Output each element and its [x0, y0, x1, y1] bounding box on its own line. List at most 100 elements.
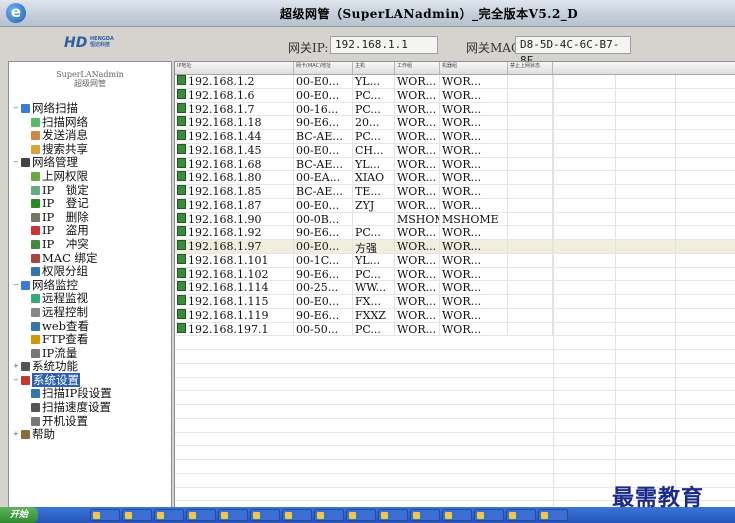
table-cell: WOR...: [440, 171, 508, 184]
tree-item[interactable]: IP 冲突: [13, 237, 112, 252]
tree-item[interactable]: 权限分组: [13, 264, 112, 279]
expand-toggle-icon[interactable]: +: [13, 428, 21, 442]
taskbar-window-button[interactable]: [538, 509, 568, 521]
table-cell: WOR...: [440, 116, 508, 129]
cell-text: BC-AE...: [296, 157, 343, 171]
taskbar-window-button[interactable]: [314, 509, 344, 521]
table-cell: 192.168.1.6: [175, 88, 294, 102]
table-row[interactable]: 192.168.1.102 90-E6... PC... WOR... WOR...: [175, 267, 735, 282]
tree-item[interactable]: 开机设置: [13, 414, 112, 429]
table-cell: [508, 322, 553, 336]
cell-text: 192.168.1.85: [188, 185, 262, 198]
column-header[interactable]: 机器组: [440, 62, 508, 74]
table-row[interactable]: 192.168.1.97 00-E0... 方强 WOR... WOR...: [175, 240, 735, 254]
tree-item[interactable]: 搜索共享: [13, 142, 112, 157]
tree-group-2[interactable]: − 网络监控: [13, 278, 112, 293]
gateway-mac-field[interactable]: D8-5D-4C-6C-B7-8F: [515, 36, 631, 67]
tree-item[interactable]: IP流量: [13, 346, 112, 361]
cell-text: 00-E0...: [296, 75, 340, 88]
table-cell: 00-E0...: [294, 143, 353, 157]
tree-item[interactable]: 发送消息: [13, 128, 112, 143]
cell-text: XIAO: [355, 171, 385, 184]
table-row[interactable]: 192.168.1.85 BC-AE... TE... WOR... WOR...: [175, 185, 735, 199]
taskbar-window-button[interactable]: [250, 509, 280, 521]
expand-toggle-icon[interactable]: +: [13, 360, 21, 374]
taskbar-window-button[interactable]: [474, 509, 504, 521]
expand-toggle-icon[interactable]: −: [13, 374, 21, 388]
cell-text: WOR...: [397, 88, 437, 102]
item-icon: [31, 321, 40, 331]
table-row[interactable]: 192.168.1.115 00-E0... FX... WOR... WOR...: [175, 295, 735, 309]
logo-mark: HD: [64, 35, 88, 51]
table-cell: WOR...: [395, 198, 440, 212]
cell-text: 90-E6...: [296, 308, 340, 322]
table-cell: FXXZ: [353, 308, 395, 322]
taskbar-window-button[interactable]: [154, 509, 184, 521]
taskbar-window-button[interactable]: [506, 509, 536, 521]
tree-item[interactable]: 扫描速度设置: [13, 400, 112, 415]
table-row[interactable]: 192.168.1.101 00-1C... YL... WOR... WOR...: [175, 253, 735, 268]
column-header[interactable]: 工作组: [395, 62, 440, 74]
gateway-ip-field[interactable]: 192.168.1.1: [330, 36, 438, 54]
table-row[interactable]: 192.168.197.1 00-50... PC... WOR... WOR...: [175, 322, 735, 337]
expand-toggle-icon[interactable]: −: [13, 156, 21, 170]
tree-group-4[interactable]: − 系统设置: [13, 372, 112, 388]
tree-item[interactable]: 远程监视: [13, 292, 112, 306]
table-row[interactable]: 192.168.1.80 00-EA... XIAO WOR... WOR...: [175, 171, 735, 185]
taskbar-window-button[interactable]: [218, 509, 248, 521]
table-cell: 192.168.1.90: [175, 212, 294, 226]
tree-group-0[interactable]: − 网络扫描: [13, 101, 112, 116]
taskbar-window-button[interactable]: [378, 509, 408, 521]
column-header[interactable]: 禁止上网状态: [508, 62, 553, 74]
table-cell: WOR...: [395, 253, 440, 267]
tree-item[interactable]: MAC 绑定: [13, 251, 112, 266]
cell-text: CH...: [355, 143, 384, 157]
tree-item-label: web查看: [42, 318, 90, 333]
table-row[interactable]: 192.168.1.114 00-25... WW... WOR... WOR...: [175, 281, 735, 295]
expand-toggle-icon[interactable]: −: [13, 279, 21, 293]
taskbar-window-button[interactable]: [442, 509, 472, 521]
tree-group-1[interactable]: − 网络管理: [13, 156, 112, 170]
taskbar-window-button[interactable]: [186, 509, 216, 521]
taskbar-window-button[interactable]: [410, 509, 440, 521]
tree-item[interactable]: IP 登记: [13, 196, 112, 211]
tree-item[interactable]: 扫描IP段设置: [13, 387, 112, 401]
tree-item[interactable]: IP 删除: [13, 210, 112, 225]
table-cell: WOR...: [395, 143, 440, 157]
tree-item[interactable]: IP 盗用: [13, 224, 112, 238]
table-row[interactable]: 192.168.1.6 00-E0... PC... WOR... WOR...: [175, 88, 735, 103]
taskbar-window-button[interactable]: [122, 509, 152, 521]
tree-item[interactable]: IP 锁定: [13, 183, 112, 198]
tree-item[interactable]: 扫描网络: [13, 115, 112, 130]
taskbar-window-button[interactable]: [90, 509, 120, 521]
taskbar-window-button[interactable]: [282, 509, 312, 521]
cell-text: 方强: [355, 242, 377, 253]
tree-item[interactable]: 远程控制: [13, 305, 112, 320]
table-row[interactable]: 192.168.1.68 BC-AE... YL... WOR... WOR...: [175, 157, 735, 172]
table-row[interactable]: 192.168.1.87 00-E0... ZYJ WOR... WOR...: [175, 198, 735, 213]
table-row[interactable]: 192.168.1.18 90-E6... 20... WOR... WOR...: [175, 116, 735, 130]
column-header[interactable]: 网卡(MAC)地址: [294, 62, 353, 74]
expand-toggle-icon[interactable]: −: [13, 102, 21, 116]
table-row[interactable]: 192.168.1.2 00-E0... YL... WOR... WOR...: [175, 75, 735, 89]
start-button[interactable]: 开始: [0, 507, 38, 523]
column-header[interactable]: IP地址: [175, 62, 294, 74]
tree-item[interactable]: FTP查看: [13, 332, 112, 347]
table-row[interactable]: 192.168.1.45 00-E0... CH... WOR... WOR...: [175, 143, 735, 158]
tree-item[interactable]: 上网权限: [13, 169, 112, 184]
table-row[interactable]: 192.168.1.119 90-E6... FXXZ WOR... WOR...: [175, 308, 735, 323]
tree-group-3[interactable]: + 系统功能: [13, 359, 112, 374]
table-row[interactable]: 192.168.1.92 90-E6... PC... WOR... WOR...: [175, 226, 735, 240]
table-row[interactable]: 192.168.1.90 00-0B... MSHOMEMSHOME: [175, 212, 735, 227]
tree-group-5[interactable]: + 帮助: [13, 427, 112, 442]
table-row[interactable]: 192.168.1.7 00-16... PC... WOR... WOR...: [175, 102, 735, 117]
column-header[interactable]: 主机: [353, 62, 395, 74]
empty-row: [175, 336, 735, 350]
taskbar-window-button[interactable]: [346, 509, 376, 521]
table-row[interactable]: 192.168.1.44 BC-AE... PC... WOR... WOR...: [175, 130, 735, 144]
tree-item[interactable]: web查看: [13, 318, 112, 334]
cell-text: 192.168.1.87: [188, 198, 262, 212]
table-cell: PC...: [353, 102, 395, 116]
cell-text: WOR...: [442, 226, 482, 239]
tree-item-label: 扫描IP段设置: [42, 386, 112, 401]
